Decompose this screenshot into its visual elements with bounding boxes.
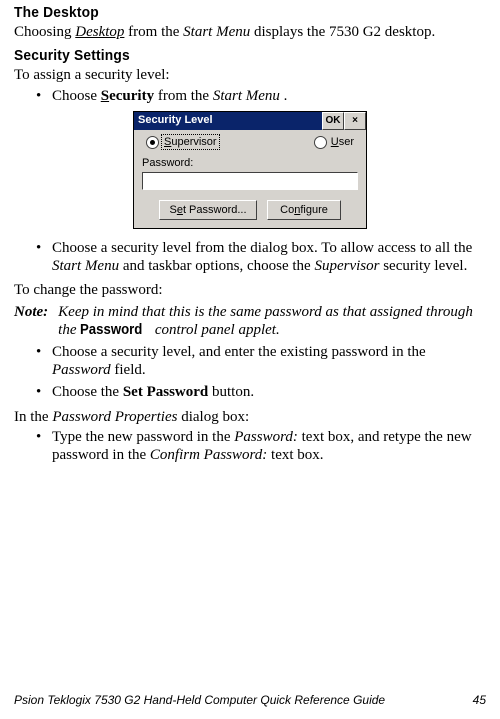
page-number: 45	[473, 693, 486, 707]
bullet-enter-existing: Choose a security level, and enter the e…	[36, 343, 486, 380]
radio-dot-icon	[314, 136, 327, 149]
text: field.	[114, 362, 145, 378]
start-menu-text: Start Menu	[183, 24, 250, 40]
footer-left: Psion Teklogix 7530 G2 Hand-Held Compute…	[14, 693, 385, 707]
heading-the-desktop: The Desktop	[14, 4, 448, 21]
bullet-choose-security: Choose Security from the Start Menu .	[36, 87, 486, 105]
dialog-title: Security Level	[134, 112, 322, 130]
confirm-password-text: Confirm Password:	[150, 447, 267, 463]
bullet-type-new-password: Type the new password in the Password: t…	[36, 428, 486, 465]
text: text box.	[271, 447, 324, 463]
text: dialog box:	[181, 409, 249, 425]
password-label: Password:	[142, 157, 358, 169]
text: Choose	[52, 88, 101, 104]
text: from the	[128, 24, 183, 40]
text: Choosing	[14, 24, 75, 40]
text: control panel applet.	[155, 322, 280, 338]
desktop-key: Desktop	[75, 24, 124, 40]
bullet-choose-level: Choose a security level from the dialog …	[36, 239, 486, 276]
start-menu-text: Start Menu	[52, 258, 119, 274]
text: In the	[14, 409, 52, 425]
change-password-intro: To change the password:	[14, 281, 486, 299]
note-label: Note:	[14, 304, 48, 339]
close-icon[interactable]: ×	[344, 112, 366, 130]
security-level-dialog: Security Level OK × Supervisor User Pass…	[133, 111, 367, 229]
text: Choose the	[52, 384, 123, 400]
set-password-text: Set Password	[123, 384, 208, 400]
in-password-properties: In the Password Properties dialog box:	[14, 408, 486, 426]
supervisor-radio-label: Supervisor	[163, 136, 218, 148]
text: button.	[212, 384, 254, 400]
bullet-choose-set-password: Choose the Set Password button.	[36, 383, 486, 401]
supervisor-radio[interactable]: Supervisor	[146, 136, 218, 149]
user-radio-label: User	[331, 136, 354, 148]
text: displays the 7530 G2 desktop.	[254, 24, 435, 40]
desktop-paragraph: Choosing Desktop from the Start Menu dis…	[14, 23, 486, 41]
password-applet-word: Password	[80, 321, 142, 338]
start-menu-text: Start Menu	[213, 88, 280, 104]
security-word: Security	[101, 88, 154, 104]
text: and taskbar options, choose the	[123, 258, 315, 274]
note: Note: Keep in mind that this is the same…	[14, 304, 486, 339]
password-colon-text: Password:	[234, 429, 298, 445]
heading-security-settings: Security Settings	[14, 47, 448, 64]
password-properties-text: Password Properties	[52, 409, 177, 425]
text: .	[284, 88, 288, 104]
configure-button[interactable]: Configure	[267, 200, 341, 220]
user-radio[interactable]: User	[314, 136, 354, 149]
set-password-button[interactable]: Set Password...	[159, 200, 257, 220]
text: from the	[158, 88, 213, 104]
ok-button[interactable]: OK	[322, 112, 344, 130]
note-body: Keep in mind that this is the same passw…	[58, 304, 486, 339]
text: Type the new password in the	[52, 429, 234, 445]
text: Choose a security level from the dialog …	[52, 240, 472, 256]
assign-intro: To assign a security level:	[14, 66, 486, 84]
radio-dot-icon	[146, 136, 159, 149]
supervisor-text: Supervi­sor	[314, 258, 379, 274]
password-input[interactable]	[142, 172, 358, 190]
text: Choose a security level, and enter the e…	[52, 344, 426, 360]
dialog-titlebar[interactable]: Security Level OK ×	[134, 112, 366, 130]
text: security level.	[383, 258, 467, 274]
password-field-text: Password	[52, 362, 111, 378]
